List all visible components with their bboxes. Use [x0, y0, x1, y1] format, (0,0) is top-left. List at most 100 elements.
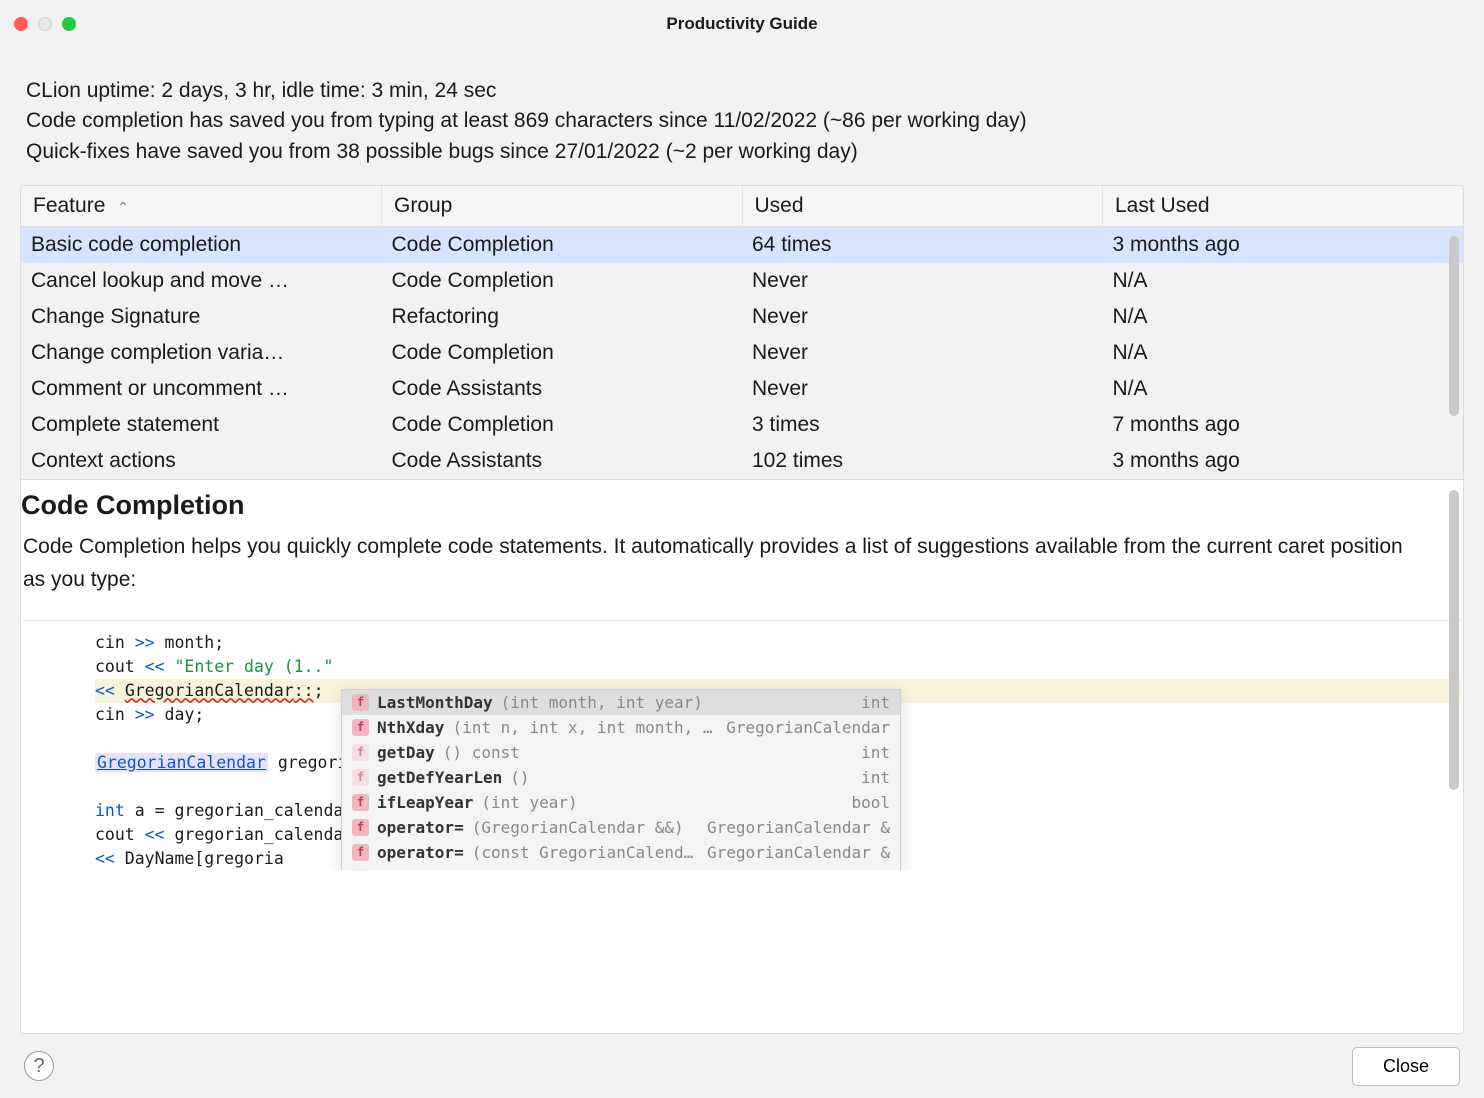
completion-item[interactable]: foperator=(GregorianCalendar &&)Gregoria… — [342, 815, 900, 840]
cell-last: N/A — [1103, 371, 1464, 407]
function-icon: f — [352, 794, 369, 811]
completion-name: operator= — [377, 841, 464, 864]
close-button[interactable]: Close — [1352, 1047, 1460, 1086]
completion-name: ifLeapYear — [377, 791, 473, 814]
summary-block: CLion uptime: 2 days, 3 hr, idle time: 3… — [0, 48, 1484, 181]
cell-used: Never — [742, 335, 1103, 371]
col-feature[interactable]: Feature ⌃ — [21, 186, 382, 227]
detail-scrollbar[interactable] — [1449, 490, 1459, 1023]
function-icon: f — [352, 844, 369, 861]
col-last-used[interactable]: Last Used — [1103, 186, 1464, 227]
completion-name: NthXday — [377, 716, 444, 739]
cell-last: 3 months ago — [1103, 443, 1464, 479]
summary-completion: Code completion has saved you from typin… — [26, 106, 1458, 136]
dialog-footer: ? Close — [0, 1034, 1484, 1098]
cell-feature: Context actions — [21, 443, 382, 479]
cell-feature: Cancel lookup and move … — [21, 263, 382, 299]
table-row[interactable]: Cancel lookup and move …Code CompletionN… — [21, 263, 1463, 299]
cell-group: Code Assistants — [382, 443, 743, 479]
function-icon: f — [352, 869, 369, 870]
help-button[interactable]: ? — [24, 1051, 54, 1081]
cell-used: Never — [742, 263, 1103, 299]
function-icon: f — [352, 719, 369, 736]
window-minimize-icon[interactable] — [38, 17, 52, 31]
completion-signature: (int n, int x, int month, int … — [452, 716, 718, 739]
completion-name: getDay — [377, 741, 435, 764]
cell-used: 64 times — [742, 227, 1103, 264]
completion-item[interactable]: fgetDay () const int — [342, 740, 900, 765]
completion-item[interactable]: f ifLeapYear (int year) bool — [342, 790, 900, 815]
detail-body: Code Completion helps you quickly comple… — [23, 531, 1461, 614]
cell-group: Code Assistants — [382, 371, 743, 407]
cell-group: Code Completion — [382, 407, 743, 443]
completion-signature: () — [510, 766, 853, 789]
completion-item[interactable]: f operator= (const GregorianCalendar &) Gre… — [342, 840, 900, 865]
cell-used: Never — [742, 371, 1103, 407]
completion-item[interactable]: f getDefYearLen () int — [342, 765, 900, 790]
function-icon: f — [352, 819, 369, 836]
cell-used: Never — [742, 299, 1103, 335]
cell-feature: Change Signature — [21, 299, 382, 335]
table-row[interactable]: Comment or uncomment …Code AssistantsNev… — [21, 371, 1463, 407]
col-used-label: Used — [755, 194, 804, 217]
cell-feature: Basic code completion — [21, 227, 382, 264]
completion-signature: () const — [443, 741, 853, 764]
table-row[interactable]: Context actionsCode Assistants102 times3… — [21, 443, 1463, 479]
cell-last: 7 months ago — [1103, 407, 1464, 443]
completion-return: bool — [851, 791, 890, 814]
col-group[interactable]: Group — [382, 186, 743, 227]
function-icon: f — [352, 694, 369, 711]
window-title: Productivity Guide — [0, 14, 1484, 34]
cell-used: 102 times — [742, 443, 1103, 479]
help-icon: ? — [33, 1055, 44, 1078]
feature-table: Feature ⌃ Group Used Last Used Basic cod… — [20, 185, 1464, 480]
completion-name: getDefYearLen — [377, 766, 502, 789]
table-row[interactable]: Basic code completionCode Completion64 t… — [21, 227, 1463, 264]
detail-title: Code Completion — [21, 490, 1461, 531]
completion-popup[interactable]: f LastMonthDay (int month, int year) int f Nt… — [341, 689, 901, 870]
cell-group: Code Completion — [382, 335, 743, 371]
completion-item[interactable]: fresetDate(int day)void — [342, 865, 900, 870]
cell-last: 3 months ago — [1103, 227, 1464, 264]
completion-signature: (int year) — [481, 791, 843, 814]
completion-return: int — [861, 766, 890, 789]
completion-name: resetDate — [377, 866, 464, 870]
function-icon: f — [352, 744, 369, 761]
completion-name: LastMonthDay — [377, 691, 493, 714]
table-row[interactable]: Change completion varia…Code CompletionN… — [21, 335, 1463, 371]
completion-item[interactable]: f LastMonthDay (int month, int year) int — [342, 690, 900, 715]
table-row[interactable]: Complete statementCode Completion3 times… — [21, 407, 1463, 443]
summary-quickfixes: Quick-fixes have saved you from 38 possi… — [26, 137, 1458, 167]
function-icon: f — [352, 769, 369, 786]
completion-signature: (const GregorianCalendar &) — [472, 841, 699, 864]
completion-item[interactable]: f NthXday (int n, int x, int month, int … G… — [342, 715, 900, 740]
cell-last: N/A — [1103, 299, 1464, 335]
completion-return: GregorianCalendar & — [707, 816, 890, 839]
col-used[interactable]: Used — [742, 186, 1103, 227]
summary-uptime: CLion uptime: 2 days, 3 hr, idle time: 3… — [26, 76, 1458, 106]
completion-signature: (int month, int year) — [501, 691, 854, 714]
window-maximize-icon[interactable] — [62, 17, 76, 31]
completion-return: int — [861, 691, 890, 714]
sort-asc-icon: ⌃ — [117, 199, 129, 215]
feature-detail: Code Completion Code Completion helps yo… — [20, 480, 1464, 1034]
cell-group: Refactoring — [382, 299, 743, 335]
cell-feature: Change completion varia… — [21, 335, 382, 371]
col-group-label: Group — [394, 194, 452, 217]
completion-return: GregorianCalendar — [726, 716, 890, 739]
cell-last: N/A — [1103, 335, 1464, 371]
table-row[interactable]: Change SignatureRefactoringNeverN/A — [21, 299, 1463, 335]
cell-used: 3 times — [742, 407, 1103, 443]
cell-last: N/A — [1103, 263, 1464, 299]
completion-return: GregorianCalendar & — [707, 841, 890, 864]
traffic-lights — [14, 17, 76, 31]
table-scrollbar[interactable] — [1449, 236, 1459, 416]
cell-group: Code Completion — [382, 227, 743, 264]
window-close-icon[interactable] — [14, 17, 28, 31]
titlebar: Productivity Guide — [0, 0, 1484, 48]
completion-name: operator= — [377, 816, 464, 839]
completion-signature: (int day) — [472, 866, 844, 870]
completion-return: int — [861, 741, 890, 764]
col-feature-label: Feature — [33, 194, 105, 217]
cell-feature: Complete statement — [21, 407, 382, 443]
